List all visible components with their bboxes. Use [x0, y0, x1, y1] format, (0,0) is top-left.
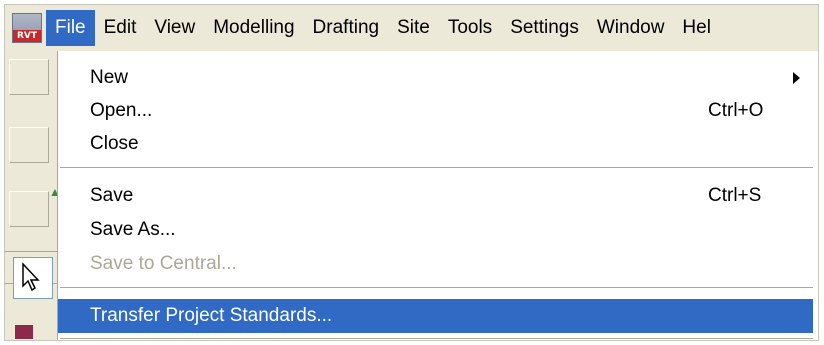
toolbar-button[interactable] [9, 127, 49, 163]
menu-item-label: Save to Central... [90, 252, 237, 274]
menu-window[interactable]: Window [588, 10, 674, 46]
menu-item-shortcut: Ctrl+S [708, 184, 762, 206]
menu-item-label: Save As... [90, 218, 176, 240]
menu-bar: RVT File Edit View Modelling Drafting Si… [5, 5, 818, 51]
menu-separator [60, 338, 813, 340]
menu-modelling[interactable]: Modelling [204, 10, 303, 46]
toolbar-button[interactable] [9, 191, 49, 227]
menu-separator [60, 287, 813, 291]
menu-item-label: Open... [90, 99, 153, 121]
toolbar-divider [5, 251, 57, 252]
menu-view[interactable]: View [145, 10, 204, 46]
menu-file[interactable]: File [46, 10, 95, 46]
menu-item-label: Save [90, 184, 134, 206]
menu-item-new[interactable]: New [58, 61, 813, 94]
menu-edit[interactable]: Edit [95, 10, 146, 46]
menu-item-transfer-project-standards[interactable]: Transfer Project Standards... [58, 299, 813, 333]
menu-item-shortcut: Ctrl+O [708, 99, 764, 121]
application-window: RVT File Edit View Modelling Drafting Si… [4, 4, 819, 341]
menu-help[interactable]: Hel [673, 10, 720, 46]
revit-app-icon[interactable]: RVT [12, 13, 42, 43]
menu-item-label: New [90, 66, 129, 88]
submenu-arrow-icon [793, 71, 800, 84]
menu-site[interactable]: Site [388, 10, 439, 46]
menu-drafting[interactable]: Drafting [304, 10, 389, 46]
toolbar-button[interactable] [9, 59, 49, 95]
file-menu-dropdown: New Open... Ctrl+O Close Save Ctrl+S Sav… [57, 51, 818, 340]
menu-settings[interactable]: Settings [501, 10, 588, 46]
menu-item-save[interactable]: Save Ctrl+S [58, 179, 813, 212]
menu-item-open[interactable]: Open... Ctrl+O [58, 94, 813, 127]
toolbar-item-icon [15, 325, 33, 339]
menu-item-save-as[interactable]: Save As... [58, 213, 813, 246]
app-icon-label: RVT [13, 30, 41, 42]
menu-item-close[interactable]: Close [58, 127, 813, 160]
menu-tools[interactable]: Tools [439, 10, 501, 46]
menu-item-save-to-central: Save to Central... [58, 247, 813, 280]
select-tool-button[interactable] [13, 257, 53, 299]
menu-item-label: Transfer Project Standards... [90, 305, 333, 326]
menu-separator [60, 167, 813, 171]
pointer-arrow-icon [22, 262, 40, 292]
menu-item-label: Close [90, 132, 139, 154]
